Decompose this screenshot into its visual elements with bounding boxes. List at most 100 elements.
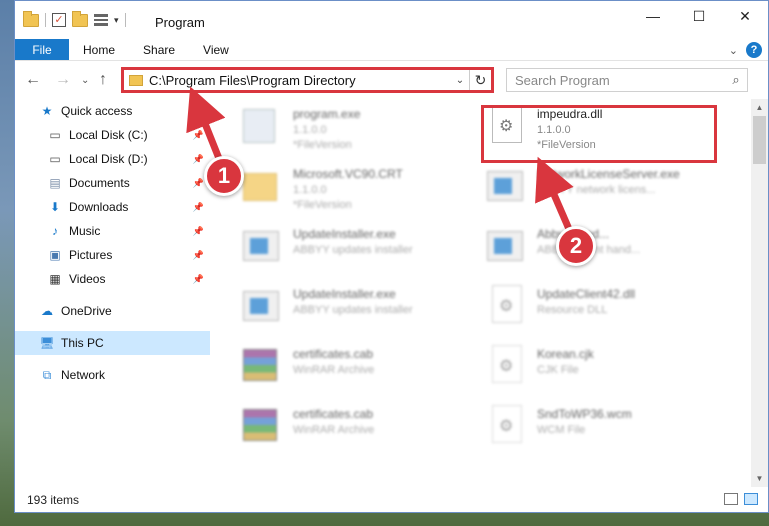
recent-chevron-icon[interactable]: ⌄: [81, 75, 89, 86]
close-button[interactable]: ✕: [722, 1, 768, 31]
file-item[interactable]: Korean.cjk CJK File: [487, 341, 722, 399]
chevron-down-icon[interactable]: ⌄: [729, 44, 738, 57]
file-icon: [487, 405, 527, 449]
pin-icon[interactable]: 📌: [193, 274, 204, 285]
details-view-icon[interactable]: [724, 493, 738, 505]
file-detail: ABBYY updates installer: [293, 304, 413, 316]
file-name: certificates.cab: [293, 407, 374, 421]
file-detail: WCM File: [537, 424, 586, 436]
file-item[interactable]: SndToWP36.wcm WCM File: [487, 401, 722, 459]
address-bar[interactable]: C:\Program Files\Program Directory ⌄ ↻: [121, 67, 494, 93]
file-detail: ABBYY updates installer: [293, 244, 413, 256]
back-arrow-icon[interactable]: ←: [25, 71, 41, 89]
download-icon: ⬇: [49, 200, 61, 214]
file-detail: WinRAR Archive: [293, 364, 375, 376]
search-input[interactable]: [515, 72, 725, 88]
pin-icon[interactable]: 📌: [193, 202, 204, 213]
file-item[interactable]: NetworkLicenseServer.exe ABBYY network li…: [487, 161, 722, 219]
callout-1: 1: [204, 156, 244, 196]
installer-icon: [243, 225, 283, 269]
file-item[interactable]: UpdateInstaller.exe ABBYY updates install…: [243, 281, 478, 339]
sidebar-item-quick-access[interactable]: ★ Quick access: [15, 99, 210, 123]
search-icon[interactable]: ⌕: [725, 72, 747, 88]
sidebar-item-label: Videos: [69, 272, 106, 286]
file-name: Microsoft.VC90.CRT: [293, 167, 403, 181]
file-detail: Resource DLL: [537, 304, 608, 316]
quick-access-toolbar: ✓ ▾: [23, 10, 126, 27]
file-item[interactable]: Microsoft.VC90.CRT 1.1.0.0 *FileVersion: [243, 161, 478, 219]
sidebar-item-videos[interactable]: ▦ Videos 📌: [15, 267, 210, 291]
archive-icon: [243, 405, 283, 449]
file-detail: ABBYY network licens...: [537, 184, 656, 196]
tab-view[interactable]: View: [189, 39, 243, 60]
chevron-down-icon[interactable]: ⌄: [451, 75, 469, 86]
chevron-down-icon[interactable]: ▾: [114, 15, 119, 26]
vertical-scrollbar[interactable]: ▲ ▼: [751, 99, 768, 487]
pin-icon[interactable]: 📌: [193, 178, 204, 189]
scroll-up-icon[interactable]: ▲: [751, 99, 768, 116]
tab-file[interactable]: File: [15, 39, 69, 60]
sidebar-item-label: This PC: [61, 336, 104, 350]
folder-icon: [129, 74, 143, 86]
ribbon-tabs: File Home Share View ⌄ ?: [15, 39, 768, 61]
drive-icon: ▭: [49, 152, 61, 166]
file-name: UpdateInstaller.exe: [293, 287, 396, 301]
file-item[interactable]: UpdateClient42.dll Resource DLL: [487, 281, 722, 339]
forward-arrow-icon[interactable]: →: [55, 71, 71, 89]
installer-icon: [243, 285, 283, 329]
sidebar-item-documents[interactable]: ▤ Documents 📌: [15, 171, 210, 195]
folder-icon[interactable]: [23, 10, 39, 27]
file-name: SndToWP36.wcm: [537, 407, 632, 421]
exe-icon: [243, 105, 283, 149]
documents-icon: ▤: [49, 176, 61, 190]
address-path[interactable]: C:\Program Files\Program Directory: [149, 73, 451, 88]
help-icon[interactable]: ?: [746, 42, 762, 58]
new-folder-icon[interactable]: [72, 10, 88, 27]
pin-icon[interactable]: 📌: [193, 154, 204, 165]
tab-share[interactable]: Share: [129, 39, 189, 60]
navigation-pane: ★ Quick access ▭ Local Disk (C:) 📌 ▭ Loc…: [15, 99, 210, 489]
window-controls: — ☐ ✕: [630, 1, 768, 31]
sidebar-item-local-disk-d[interactable]: ▭ Local Disk (D:) 📌: [15, 147, 210, 171]
tab-home[interactable]: Home: [69, 39, 129, 60]
toolbar-divider: [124, 13, 126, 27]
scroll-thumb[interactable]: [753, 116, 766, 164]
network-icon: ⧉: [42, 367, 52, 382]
scroll-down-icon[interactable]: ▼: [751, 470, 768, 487]
installer-icon: [487, 165, 527, 209]
file-detail: *FileVersion: [293, 139, 352, 151]
minimize-button[interactable]: —: [630, 1, 676, 31]
highlight-box: [481, 105, 717, 163]
sidebar-item-this-pc[interactable]: 🖥 This PC: [15, 331, 210, 355]
installer-icon: [487, 225, 527, 269]
refresh-icon[interactable]: ↻: [469, 70, 491, 90]
up-arrow-icon[interactable]: ↑: [99, 71, 107, 89]
sidebar-item-local-disk-c[interactable]: ▭ Local Disk (C:) 📌: [15, 123, 210, 147]
explorer-window: ✓ ▾ Program — ☐ ✕ File Home Share View ⌄…: [14, 0, 769, 513]
tiles-view-icon[interactable]: [744, 493, 758, 505]
sidebar-item-network[interactable]: ⧉ Network: [15, 363, 210, 387]
drive-icon: ▭: [49, 128, 61, 142]
file-item[interactable]: certificates.cab WinRAR Archive: [243, 341, 478, 399]
search-box[interactable]: ⌕: [506, 68, 748, 92]
pin-icon[interactable]: 📌: [193, 250, 204, 261]
sidebar-item-downloads[interactable]: ⬇ Downloads 📌: [15, 195, 210, 219]
file-item[interactable]: program.exe 1.1.0.0 *FileVersion: [243, 101, 478, 159]
properties-check-icon[interactable]: ✓: [52, 13, 66, 27]
view-toggle: [724, 493, 758, 505]
file-item[interactable]: AbbyyHand...ABBYY event hand...: [487, 221, 722, 279]
file-item[interactable]: certificates.cab WinRAR Archive: [243, 401, 478, 459]
sidebar-item-onedrive[interactable]: ☁ OneDrive: [15, 299, 210, 323]
pin-icon[interactable]: 📌: [193, 226, 204, 237]
file-detail: CJK File: [537, 364, 579, 376]
file-name: UpdateInstaller.exe: [293, 227, 396, 241]
sidebar-item-music[interactable]: ♪ Music 📌: [15, 219, 210, 243]
video-icon: ▦: [49, 272, 61, 286]
properties-icon[interactable]: [94, 14, 108, 26]
file-item[interactable]: UpdateInstaller.exe ABBYY updates install…: [243, 221, 478, 279]
sidebar-item-pictures[interactable]: ▣ Pictures 📌: [15, 243, 210, 267]
maximize-button[interactable]: ☐: [676, 1, 722, 31]
file-detail: *FileVersion: [293, 199, 352, 211]
pin-icon[interactable]: 📌: [193, 130, 204, 141]
star-icon: ★: [41, 104, 53, 118]
